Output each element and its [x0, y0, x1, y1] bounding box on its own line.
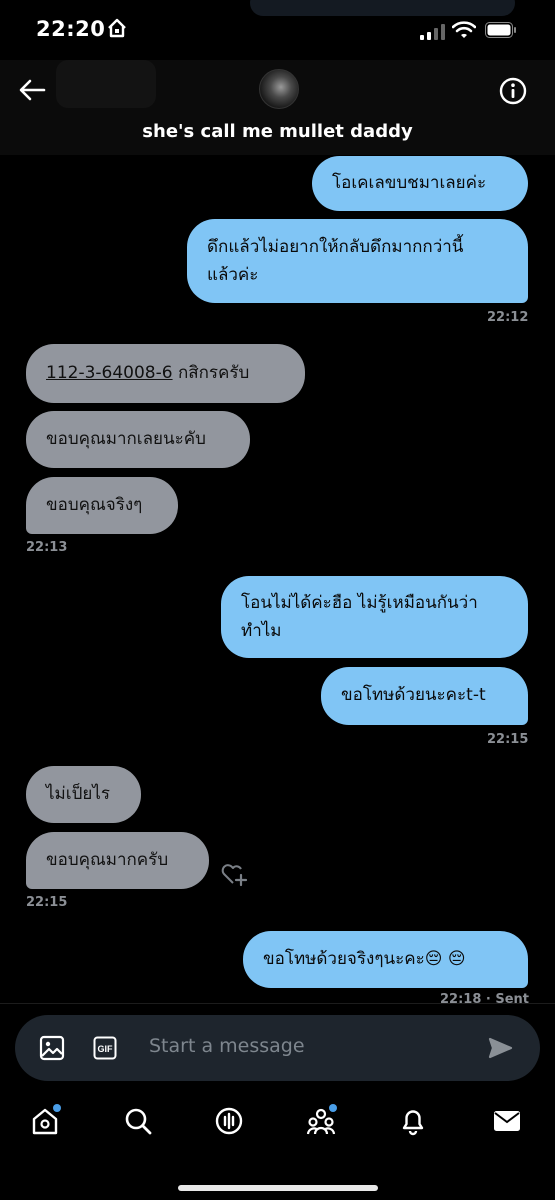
message-text: ขอโทษด้วยนะคะt-t: [341, 685, 486, 705]
notification-dot: [53, 1104, 61, 1112]
message-composer: GIF Start a message: [15, 1015, 540, 1081]
timestamp: 22:18 · Sent: [440, 992, 530, 1007]
signal-icon: [420, 24, 445, 40]
timestamp: 22:12: [487, 310, 529, 325]
send-icon[interactable]: [487, 1035, 513, 1061]
battery-icon: [485, 22, 516, 38]
image-icon[interactable]: [39, 1035, 65, 1061]
status-bar: 22:20: [0, 0, 555, 60]
spaces-icon[interactable]: [214, 1106, 244, 1136]
bottom-tab-bar: [0, 1100, 555, 1160]
message-text: ขอบคุณมากครับ: [46, 850, 169, 870]
outgoing-message[interactable]: โอนไม่ได้ค่ะฮือ ไม่รู้เหมือนกันว่า ทำไม: [221, 576, 528, 658]
notification-dot: [329, 1104, 337, 1112]
timestamp: 22:15: [26, 895, 68, 910]
search-icon[interactable]: [123, 1106, 153, 1136]
outgoing-message[interactable]: โอเคเลขบชมาเลยค่ะ: [312, 156, 528, 211]
outgoing-message[interactable]: ขอโทษด้วยจริงๆนะคะ😔 😔: [243, 931, 528, 988]
status-time: 22:20: [36, 17, 106, 41]
message-text: โอเคเลขบชมาเลยค่ะ: [332, 173, 487, 193]
account-number-link[interactable]: 112-3-64008-6: [46, 363, 173, 383]
conversation-title[interactable]: she's call me mullet daddy: [0, 121, 555, 142]
outgoing-message[interactable]: ดึกแล้วไม่อยากให้กลับดึกมากกว่านี้ แล้วค…: [187, 219, 528, 303]
blurred-region: [250, 0, 515, 16]
message-text: ขอบคุณจริงๆ: [46, 495, 143, 515]
incoming-message[interactable]: 112-3-64008-6 กสิกรครับ: [26, 344, 305, 403]
incoming-message[interactable]: ขอบคุณจริงๆ: [26, 477, 178, 534]
blurred-region: [56, 60, 156, 108]
message-text: ขอโทษด้วยจริงๆนะคะ😔 😔: [263, 949, 466, 969]
arrow-left-icon[interactable]: [18, 78, 46, 102]
incoming-message[interactable]: ขอบคุณมากครับ: [26, 832, 209, 889]
divider: [0, 1003, 555, 1004]
wifi-icon: [452, 21, 476, 38]
notifications-icon[interactable]: [398, 1106, 428, 1136]
home-status-icon: [108, 18, 126, 38]
message-text: โอนไม่ได้ค่ะฮือ ไม่รู้เหมือนกันว่า: [241, 593, 478, 613]
message-text: แล้วค่ะ: [207, 265, 259, 285]
gif-icon[interactable]: GIF: [93, 1036, 117, 1060]
messages-icon[interactable]: [492, 1106, 522, 1136]
timestamp: 22:13: [26, 540, 68, 555]
home-indicator: [178, 1185, 378, 1191]
message-text: ทำไม: [241, 621, 282, 641]
message-input[interactable]: Start a message: [149, 1035, 305, 1057]
svg-text:GIF: GIF: [98, 1044, 114, 1054]
heart-plus-icon[interactable]: [220, 861, 248, 887]
outgoing-message[interactable]: ขอโทษด้วยนะคะt-t: [321, 667, 528, 725]
conversation-header: she's call me mullet daddy: [0, 60, 555, 155]
message-text: ขอบคุณมากเลยนะคับ: [46, 429, 206, 449]
incoming-message[interactable]: ไม่เป็ยไร: [26, 766, 141, 823]
avatar[interactable]: [259, 69, 299, 109]
info-icon[interactable]: [499, 77, 527, 105]
message-text: กสิกรครับ: [172, 363, 250, 383]
incoming-message[interactable]: ขอบคุณมากเลยนะคับ: [26, 411, 250, 468]
timestamp: 22:15: [487, 732, 529, 747]
message-text: ดึกแล้วไม่อยากให้กลับดึกมากกว่านี้: [207, 237, 464, 257]
message-text: ไม่เป็ยไร: [46, 784, 110, 804]
